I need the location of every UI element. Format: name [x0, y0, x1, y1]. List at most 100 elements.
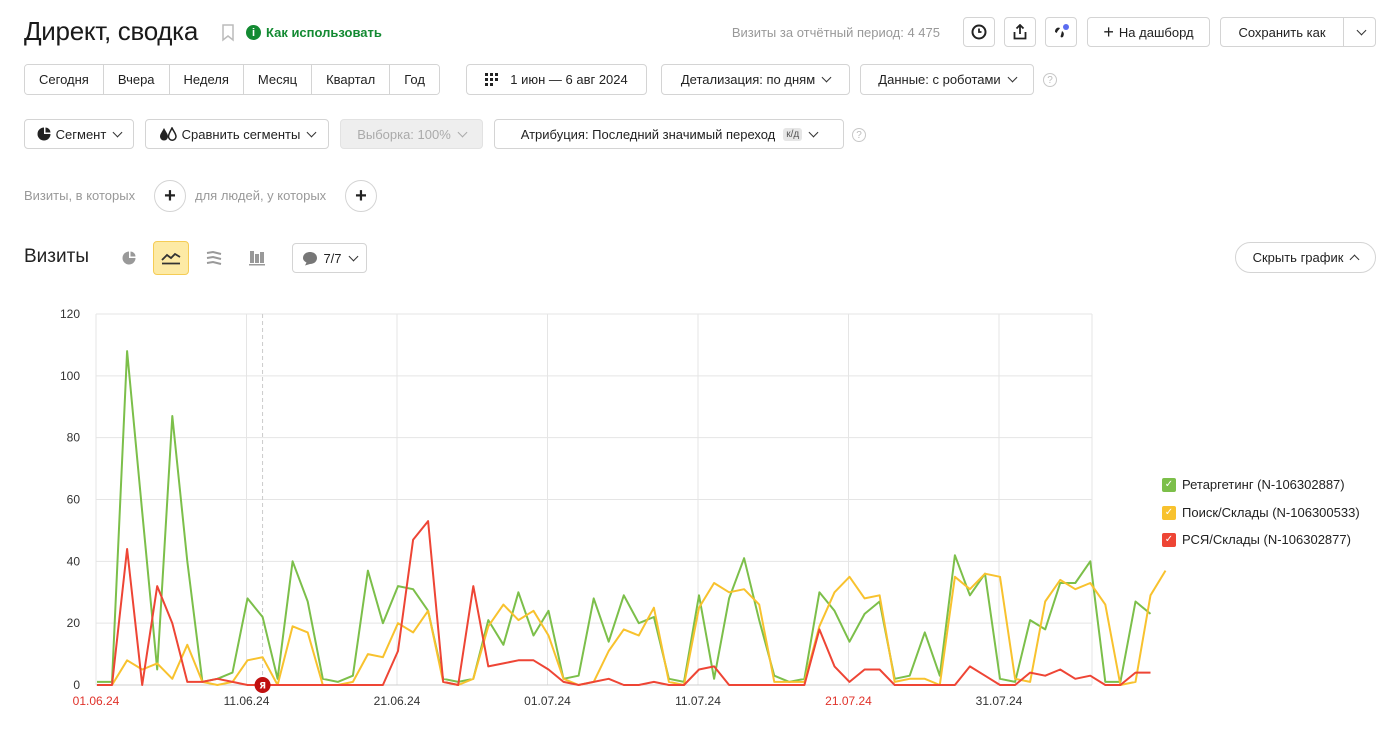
checkbox-checked-icon: ✓ — [1162, 532, 1176, 547]
sample-dropdown[interactable]: Выборка: 100% — [340, 119, 483, 149]
compare-segments-label: Сравнить сегменты — [181, 126, 301, 142]
chevron-down-icon — [348, 251, 358, 261]
x-tick-label: 01.07.24 — [524, 694, 571, 708]
x-tick-label: 21.07.24 — [825, 694, 872, 708]
annotation-marker-label: Я — [259, 682, 266, 692]
add-to-dashboard-button[interactable]: + На дашборд — [1087, 17, 1210, 47]
legend-item-rsya[interactable]: ✓ РСЯ/Склады (N-106302877) — [1162, 532, 1351, 547]
data-dropdown[interactable]: Данные: с роботами — [860, 64, 1034, 95]
section-title: Визиты — [24, 246, 89, 267]
x-tick-label: 11.07.24 — [675, 694, 721, 708]
detail-label: Детализация: по дням — [680, 72, 816, 87]
chevron-down-icon — [457, 127, 468, 137]
segment-label: Сегмент — [55, 126, 107, 142]
y-tick-label: 40 — [67, 554, 81, 568]
share-icon — [1013, 24, 1027, 40]
attribution-dropdown[interactable]: Атрибуция: Последний значимый переход к/… — [494, 119, 844, 149]
x-tick-label: 01.06.24 — [73, 694, 120, 708]
y-tick-label: 0 — [73, 678, 80, 692]
people-filter-text: для людей, у которых — [195, 188, 327, 203]
bar-chart-icon — [249, 251, 265, 266]
comment-icon — [303, 251, 318, 265]
export-button[interactable] — [1004, 17, 1036, 47]
chevron-down-icon — [306, 127, 317, 137]
legend-item-search[interactable]: ✓ Поиск/Склады (N-106300533) — [1162, 505, 1360, 520]
series-line-0 — [97, 350, 1152, 683]
hide-chart-button[interactable]: Скрыть график — [1235, 242, 1376, 273]
chevron-down-icon — [112, 127, 123, 137]
legend-item-retargeting[interactable]: ✓ Ретаргетинг (N-106302887) — [1162, 477, 1345, 492]
date-range-button[interactable]: 1 июн — 6 авг 2024 — [466, 64, 647, 95]
line-chart-view-button[interactable] — [153, 241, 189, 275]
save-as-label: Сохранить как — [1238, 24, 1326, 40]
pie-icon — [37, 127, 51, 141]
sample-label: Выборка: 100% — [357, 126, 451, 142]
y-tick-label: 20 — [67, 616, 81, 630]
period-selector: Сегодня Вчера Неделя Месяц Квартал Год — [24, 64, 440, 95]
hide-chart-label: Скрыть график — [1252, 250, 1344, 265]
series-line-1 — [97, 570, 1167, 686]
add-to-dashboard-label: На дашборд — [1118, 24, 1194, 40]
save-as-dropdown-button[interactable] — [1343, 17, 1376, 47]
y-tick-label: 60 — [67, 493, 81, 507]
bar-chart-view-button[interactable] — [239, 241, 275, 275]
legend-label: Ретаргетинг (N-106302887) — [1182, 477, 1345, 492]
save-as-button[interactable]: Сохранить как — [1220, 17, 1344, 47]
x-tick-label: 31.07.24 — [976, 694, 1023, 708]
assistant-icon — [1055, 24, 1069, 38]
add-visits-filter-button[interactable]: + — [154, 180, 186, 212]
date-range-label: 1 июн — 6 авг 2024 — [510, 72, 628, 87]
attribution-label: Атрибуция: Последний значимый переход — [520, 126, 776, 142]
info-icon: i — [246, 25, 261, 40]
how-to-use-link[interactable]: i Как использовать — [246, 25, 382, 40]
calendar-icon — [485, 73, 499, 86]
bookmark-icon[interactable] — [221, 24, 235, 42]
chevron-down-icon — [808, 127, 819, 137]
y-tick-label: 80 — [67, 431, 81, 445]
add-people-filter-button[interactable]: + — [345, 180, 377, 212]
history-button[interactable] — [963, 17, 995, 47]
help-icon[interactable]: ? — [1043, 73, 1057, 87]
attribution-badge: к/д — [783, 127, 803, 141]
x-tick-label: 21.06.24 — [374, 694, 421, 708]
period-week[interactable]: Неделя — [169, 65, 244, 94]
assistant-button[interactable] — [1045, 17, 1077, 47]
detail-dropdown[interactable]: Детализация: по дням — [661, 64, 850, 95]
clock-icon — [971, 24, 987, 40]
chevron-down-icon — [821, 72, 832, 83]
page-title: Директ, сводка — [24, 16, 198, 46]
visits-total-text: Визиты за отчётный период: 4 475 — [731, 25, 940, 40]
series-line-2 — [97, 520, 1151, 686]
period-year[interactable]: Год — [390, 65, 439, 94]
chevron-up-icon — [1349, 254, 1360, 264]
compare-segments-dropdown[interactable]: Сравнить сегменты — [145, 119, 329, 149]
period-today[interactable]: Сегодня — [25, 65, 104, 94]
area-chart-view-button[interactable] — [196, 241, 232, 275]
plus-icon: + — [355, 184, 367, 207]
plus-icon: + — [164, 184, 176, 207]
line-chart-icon — [161, 252, 181, 265]
area-chart-icon — [206, 250, 222, 265]
help-icon[interactable]: ? — [852, 128, 866, 142]
data-label: Данные: с роботами — [878, 72, 1001, 87]
chevron-down-icon — [1007, 72, 1018, 83]
period-yesterday[interactable]: Вчера — [103, 65, 170, 94]
compare-icon — [159, 127, 177, 141]
period-quarter[interactable]: Квартал — [312, 65, 391, 94]
chevron-down-icon — [1356, 25, 1366, 35]
plus-icon: + — [1103, 21, 1114, 42]
checkbox-checked-icon: ✓ — [1162, 505, 1176, 520]
how-to-use-label: Как использовать — [266, 25, 382, 40]
visits-filter-text: Визиты, в которых — [24, 188, 136, 203]
legend-label: Поиск/Склады (N-106300533) — [1182, 505, 1360, 520]
annotations-dropdown[interactable]: 7/7 — [292, 243, 367, 273]
x-tick-label: 11.06.24 — [224, 694, 270, 708]
segment-dropdown[interactable]: Сегмент — [24, 119, 134, 149]
y-tick-label: 100 — [60, 369, 80, 383]
pie-chart-view-button[interactable] — [111, 241, 147, 275]
y-tick-label: 120 — [60, 307, 80, 321]
pie-chart-icon — [122, 251, 136, 265]
annotations-count: 7/7 — [323, 250, 342, 266]
checkbox-checked-icon: ✓ — [1162, 477, 1176, 492]
period-month[interactable]: Месяц — [243, 65, 313, 94]
